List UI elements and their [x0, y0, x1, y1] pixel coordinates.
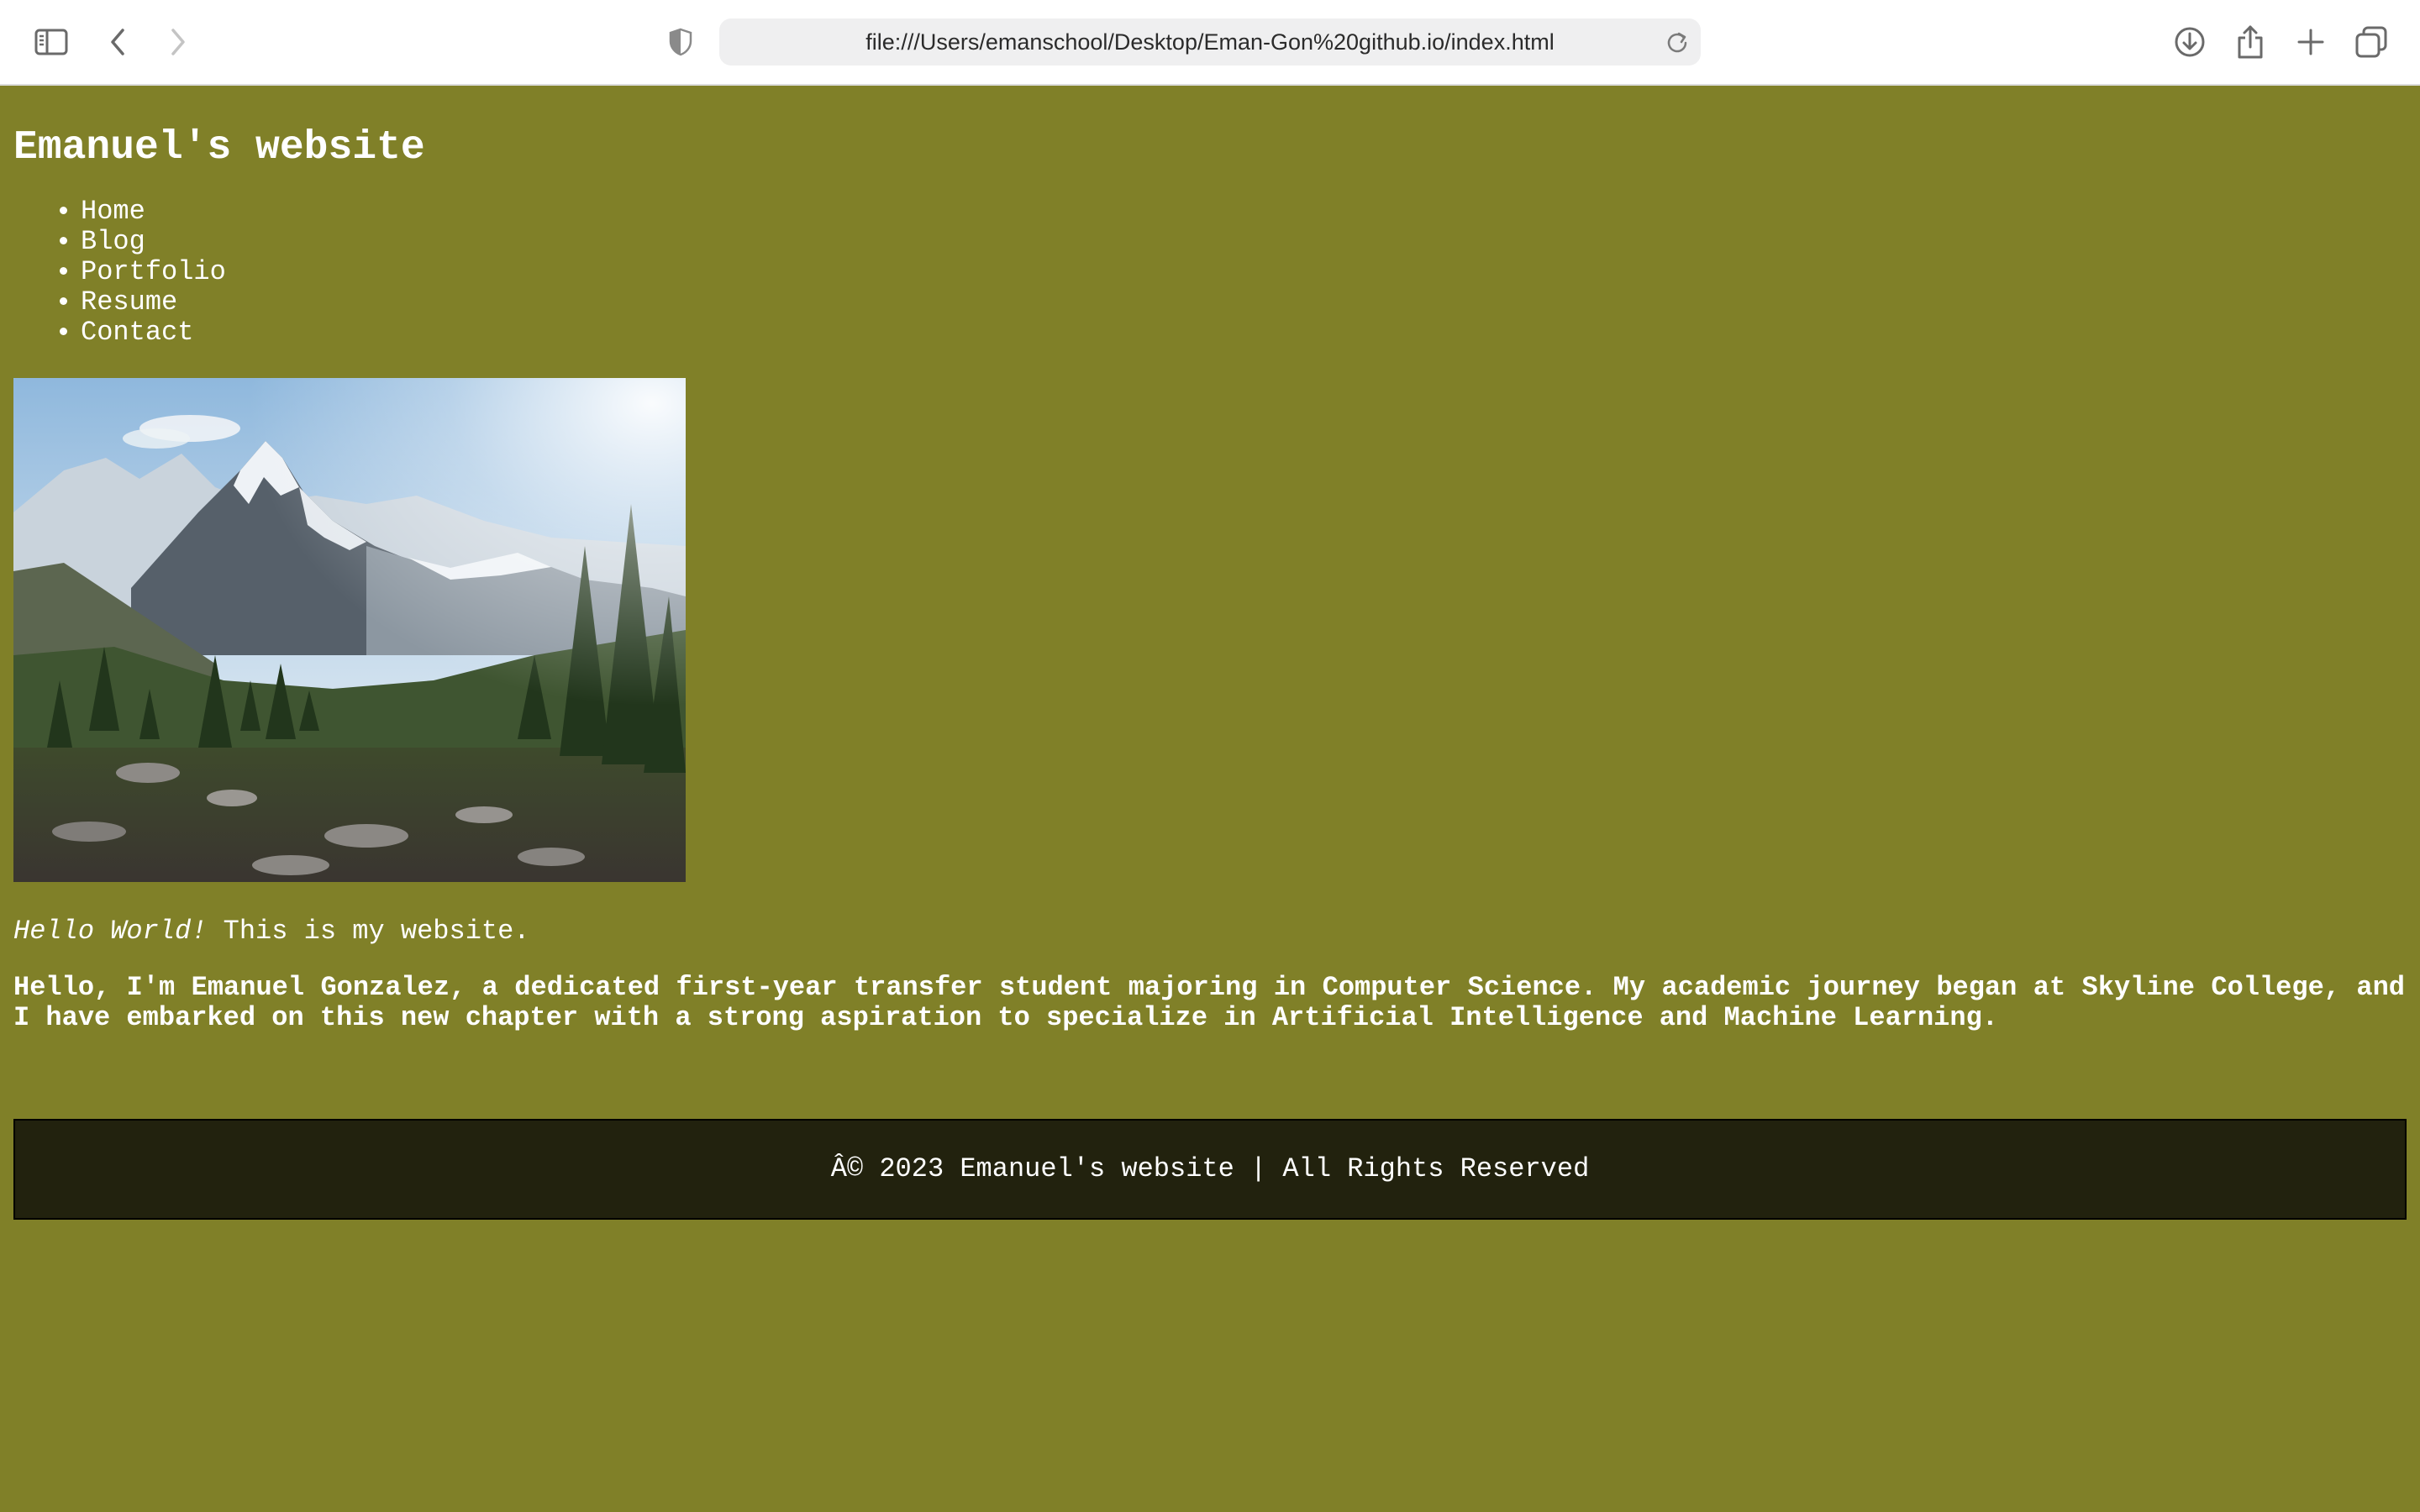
- download-icon[interactable]: [2170, 22, 2210, 62]
- greeting-emphasis: Hello World!: [13, 916, 208, 947]
- site-footer: Â© 2023 Emanuel's website | All Rights R…: [13, 1119, 2407, 1220]
- nav-item-resume[interactable]: Resume: [81, 287, 226, 318]
- bio-paragraph: Hello, I'm Emanuel Gonzalez, a dedicated…: [13, 972, 2405, 1033]
- share-icon[interactable]: [2230, 22, 2270, 62]
- greeting-text: Hello World! This is my website.: [13, 916, 530, 948]
- browser-toolbar: file:///Users/emanschool/Desktop/Eman-Go…: [0, 0, 2420, 86]
- nav-link-blog[interactable]: Blog: [81, 226, 145, 257]
- site-nav: Home Blog Portfolio Resume Contact: [0, 197, 226, 348]
- chevron-right-icon[interactable]: [158, 22, 198, 62]
- web-page: Emanuel's website Home Blog Portfolio Re…: [0, 86, 2420, 1512]
- url-text[interactable]: file:///Users/emanschool/Desktop/Eman-Go…: [719, 18, 1701, 66]
- reload-icon[interactable]: [1665, 30, 1689, 54]
- greeting-rest: This is my website.: [207, 916, 530, 947]
- nav-item-contact[interactable]: Contact: [81, 318, 226, 348]
- hero-image-mountain-landscape: [13, 378, 686, 882]
- nav-item-home[interactable]: Home: [81, 197, 226, 227]
- nav-item-blog[interactable]: Blog: [81, 227, 226, 257]
- tab-overview-icon[interactable]: [2351, 22, 2391, 62]
- sidebar-icon[interactable]: [31, 22, 71, 62]
- shield-icon[interactable]: [660, 22, 701, 62]
- nav-link-portfolio[interactable]: Portfolio: [81, 256, 226, 287]
- plus-icon[interactable]: [2291, 22, 2331, 62]
- address-bar[interactable]: file:///Users/emanschool/Desktop/Eman-Go…: [719, 18, 1701, 66]
- nav-item-portfolio[interactable]: Portfolio: [81, 257, 226, 287]
- nav-link-home[interactable]: Home: [81, 196, 145, 227]
- chevron-left-icon[interactable]: [97, 22, 138, 62]
- nav-link-resume[interactable]: Resume: [81, 286, 177, 318]
- site-title: Emanuel's website: [13, 125, 425, 171]
- nav-link-contact[interactable]: Contact: [81, 317, 193, 348]
